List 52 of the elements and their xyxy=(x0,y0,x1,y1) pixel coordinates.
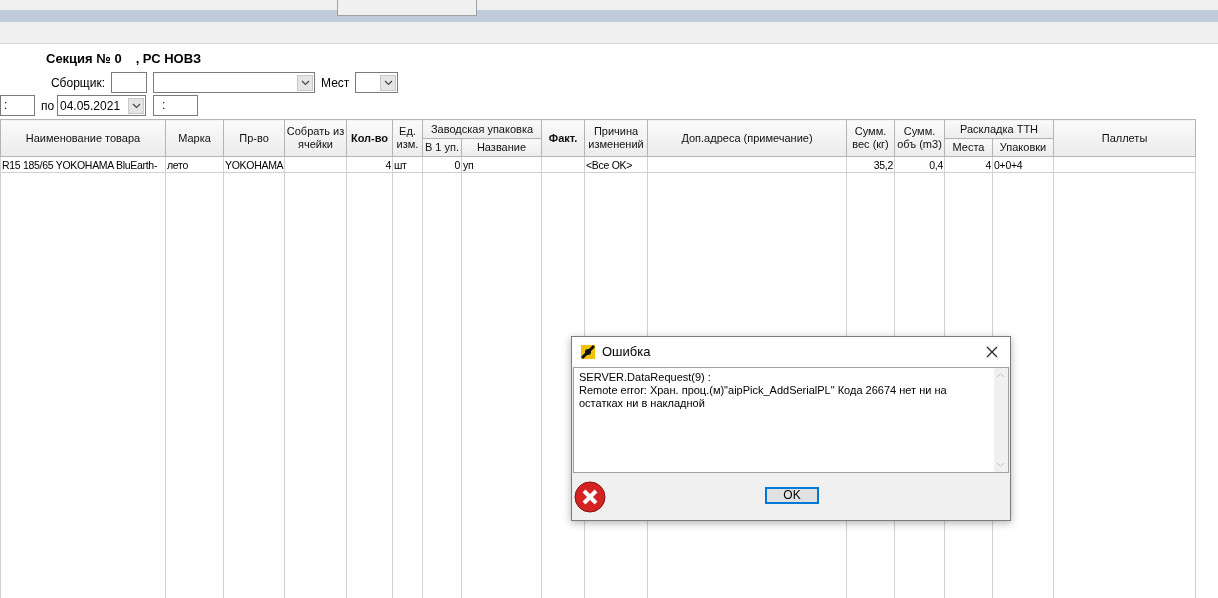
column-header[interactable]: Наименование товара xyxy=(0,119,166,157)
column-header[interactable]: Сумм. вес (кг) xyxy=(846,119,895,157)
chevron-down-icon xyxy=(300,79,310,86)
section-suffix: , РС НОВЗ xyxy=(135,51,202,67)
table-cell: лето xyxy=(165,156,224,173)
error-message: SERVER.DataRequest(9) : xyxy=(579,371,712,384)
table-cell: 0,4 xyxy=(894,156,945,173)
dropdown-button[interactable] xyxy=(128,97,144,114)
column-header[interactable]: Собрать из ячейки xyxy=(284,119,347,157)
column-header[interactable]: Паллеты xyxy=(1053,119,1196,157)
chevron-down-icon xyxy=(383,79,393,86)
table-cell: YOKOHAMA xyxy=(223,156,285,173)
picker-code-field[interactable] xyxy=(111,72,147,93)
close-icon xyxy=(986,346,998,358)
ok-button[interactable]: OK xyxy=(765,487,819,504)
table-cell: 4 xyxy=(346,156,393,173)
column-group-header: Раскладка ТТН xyxy=(944,119,1054,139)
date-to-combobox[interactable]: 04.05.2021 xyxy=(57,95,146,116)
chevron-down-icon xyxy=(131,102,141,109)
table-cell: 35,2 xyxy=(846,156,895,173)
table-cell: 4 xyxy=(944,156,993,173)
dialog-title: Ошибка xyxy=(602,343,651,362)
dropdown-button[interactable] xyxy=(380,74,397,91)
date-from-field[interactable]: : xyxy=(0,95,35,116)
column-header[interactable]: Ед. изм. xyxy=(392,119,423,157)
error-message: Remote error: Хран. проц.(м)"aipPick_AddSerialPL" Кода 26674 нет ни на остатках ни в накладной xyxy=(579,384,948,410)
table-cell: 0+0+4 xyxy=(992,156,1054,173)
table-cell: R15 185/65 YOKOHAMA BluEarth- xyxy=(0,156,166,173)
error-icon xyxy=(574,480,606,513)
places-label: Мест xyxy=(321,74,350,92)
app-logo-icon xyxy=(580,344,596,360)
date-to-label: по xyxy=(41,97,56,115)
scroll-down-icon xyxy=(996,462,1006,468)
column-header[interactable]: Пр-во xyxy=(223,119,285,157)
scroll-up-icon xyxy=(996,372,1006,378)
column-header[interactable]: Марка xyxy=(165,119,224,157)
dropdown-button[interactable] xyxy=(297,74,313,91)
column-header[interactable]: Причина изменений xyxy=(584,119,648,157)
column-header[interactable]: Сумм. объ (m3) xyxy=(894,119,945,157)
table-cell: 0 xyxy=(422,156,462,173)
time-field[interactable]: : xyxy=(153,95,198,116)
section-title: Секция № 0 xyxy=(46,51,122,67)
picker-label: Сборщик: xyxy=(49,74,105,92)
table-cell: <Все OK> xyxy=(584,156,648,173)
column-header[interactable]: Доп.адреса (примечание) xyxy=(647,119,847,157)
column-header[interactable]: Кол-во xyxy=(346,119,393,157)
places-combobox[interactable] xyxy=(355,72,399,93)
column-header[interactable]: Факт. xyxy=(541,119,585,157)
table-cell: шт xyxy=(392,156,423,173)
picker-combobox[interactable] xyxy=(153,72,315,93)
column-group-header: Заводская упаковка xyxy=(422,119,542,139)
table-cell: уп xyxy=(461,156,542,173)
